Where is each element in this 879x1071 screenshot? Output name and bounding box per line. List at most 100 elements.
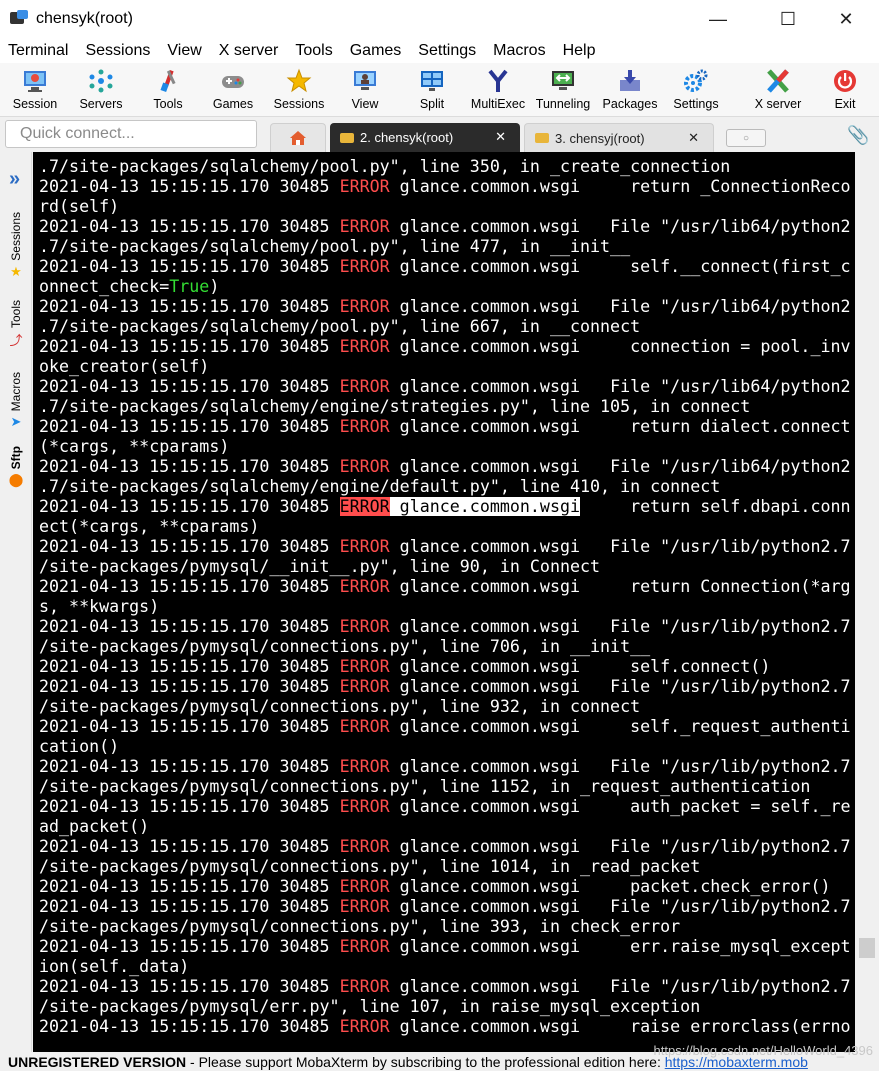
gamepad-icon [219, 66, 247, 96]
log-prefix: 2021-04-13 15:15:15.170 30485 [39, 897, 340, 916]
unregistered-label: UNREGISTERED VERSION [8, 1054, 187, 1070]
terminal-scrollbar[interactable] [855, 152, 879, 1052]
terminal-line: .7/site-packages/sqlalchemy/pool.py", li… [39, 317, 851, 337]
menu-bar: Terminal Sessions View X server Tools Ga… [0, 38, 879, 63]
log-message: return dialect.connect [580, 417, 851, 436]
terminal-output[interactable]: .7/site-packages/sqlalchemy/pool.py", li… [33, 152, 855, 1052]
x-server-icon [764, 66, 792, 96]
servers-icon [87, 66, 115, 96]
key-icon [340, 132, 354, 143]
menu-sessions[interactable]: Sessions [85, 42, 150, 60]
new-tab-button[interactable]: ○ [726, 129, 766, 147]
packages-button[interactable]: Packages [600, 63, 660, 117]
power-icon [831, 66, 859, 96]
split-icon [418, 66, 446, 96]
terminal-line: 2021-04-13 15:15:15.170 30485 ERROR glan… [39, 657, 851, 677]
main-toolbar: Session Servers Tools Games Sessions Vie… [0, 63, 879, 117]
menu-settings[interactable]: Settings [418, 42, 476, 60]
log-module: glance.common.wsgi [389, 937, 581, 956]
side-tab-sftp[interactable]: Sftp ⬤ [3, 446, 29, 487]
log-module: glance.common.wsgi [389, 617, 581, 636]
view-icon [351, 66, 379, 96]
log-level: ERROR [339, 297, 390, 316]
log-level: ERROR [339, 617, 390, 636]
log-module: glance.common.wsgi [389, 257, 581, 276]
log-continuation: /site-packages/pymysql/connections.py", … [39, 697, 641, 716]
log-message: File "/usr/lib/python2.7 [580, 537, 851, 556]
log-module: glance.common.wsgi [389, 1017, 581, 1036]
side-tab-sessions[interactable]: Sessions ★ [3, 212, 29, 279]
multiexec-button[interactable]: MultiExec [468, 63, 528, 117]
log-prefix: 2021-04-13 15:15:15.170 30485 [39, 977, 340, 996]
tab-chensyk-root[interactable]: 2. chensyk(root) ✕ [330, 123, 520, 152]
menu-tools[interactable]: Tools [295, 42, 332, 60]
menu-terminal[interactable]: Terminal [8, 42, 68, 60]
log-continuation: ad_packet() [39, 817, 150, 836]
home-tab[interactable] [270, 123, 326, 152]
terminal-line: 2021-04-13 15:15:15.170 30485 ERROR glan… [39, 577, 851, 597]
quick-connect-input[interactable]: Quick connect... [5, 120, 257, 148]
log-message: auth_packet = self._re [580, 797, 851, 816]
tools-button[interactable]: Tools [143, 63, 193, 117]
title-bar: chensyk(root) — ☐ ✕ [0, 0, 879, 38]
terminal-line: ion(self._data) [39, 957, 851, 977]
menu-view[interactable]: View [167, 42, 201, 60]
tunneling-button[interactable]: Tunneling [532, 63, 594, 117]
log-level: ERROR [339, 417, 390, 436]
close-tab-icon[interactable]: ✕ [495, 129, 506, 145]
terminal-line: s, **kwargs) [39, 597, 851, 617]
log-level: ERROR [339, 577, 390, 596]
side-panel: » Sessions ★ Tools ⤴ Macros ➤ Sftp ⬤ [0, 152, 32, 1052]
log-module: glance.common.wsgi [389, 797, 581, 816]
tab-label: 3. chensyj(root) [555, 130, 645, 146]
side-tab-tools[interactable]: Tools ⤴ [3, 300, 29, 348]
log-message: File "/usr/lib64/python2 [580, 297, 851, 316]
log-prefix: 2021-04-13 15:15:15.170 30485 [39, 757, 340, 776]
log-prefix: 2021-04-13 15:15:15.170 30485 [39, 417, 340, 436]
log-level: ERROR [339, 977, 390, 996]
log-module: glance.common.wsgi [389, 297, 581, 316]
exit-button[interactable]: Exit [822, 63, 868, 117]
expand-sidebar-icon[interactable]: » [9, 168, 20, 191]
settings-button[interactable]: Settings [668, 63, 724, 117]
view-button[interactable]: View [340, 63, 390, 117]
log-module: glance.common.wsgi [389, 717, 581, 736]
close-tab-icon[interactable]: ✕ [688, 130, 699, 146]
session-button[interactable]: Session [10, 63, 60, 117]
log-level: ERROR [339, 757, 390, 776]
menu-x-server[interactable]: X server [219, 42, 279, 60]
terminal-line: /site-packages/pymysql/__init__.py", lin… [39, 557, 851, 577]
x-server-button[interactable]: X server [750, 63, 806, 117]
menu-games[interactable]: Games [350, 42, 402, 60]
side-tab-macros[interactable]: Macros ➤ [3, 372, 29, 429]
split-button[interactable]: Split [407, 63, 457, 117]
terminal-line: cation() [39, 737, 851, 757]
log-continuation: .7/site-packages/sqlalchemy/engine/strat… [39, 397, 751, 416]
log-message: File "/usr/lib/python2.7 [580, 897, 851, 916]
sessions-button[interactable]: Sessions [271, 63, 327, 117]
tab-chensyj-root[interactable]: 3. chensyj(root) ✕ [524, 123, 714, 152]
log-continuation: /site-packages/pymysql/connections.py", … [39, 777, 811, 796]
games-button[interactable]: Games [208, 63, 258, 117]
close-window-button[interactable]: ✕ [823, 0, 869, 38]
terminal-line: ad_packet() [39, 817, 851, 837]
terminal-line: (*cargs, **cparams) [39, 437, 851, 457]
log-prefix: 2021-04-13 15:15:15.170 30485 [39, 617, 340, 636]
tools-icon: ⤴ [9, 332, 23, 348]
menu-help[interactable]: Help [563, 42, 596, 60]
log-prefix: 2021-04-13 15:15:15.170 30485 [39, 377, 340, 396]
maximize-button[interactable]: ☐ [765, 0, 811, 38]
attach-icon[interactable]: 📎 [847, 125, 869, 146]
log-prefix: 2021-04-13 15:15:15.170 30485 [39, 537, 340, 556]
terminal-line: 2021-04-13 15:15:15.170 30485 ERROR glan… [39, 537, 851, 557]
terminal-line: ect(*cargs, **cparams) [39, 517, 851, 537]
log-message: File "/usr/lib/python2.7 [580, 617, 851, 636]
terminal-line: 2021-04-13 15:15:15.170 30485 ERROR glan… [39, 177, 851, 197]
minimize-button[interactable]: — [695, 0, 741, 38]
servers-button[interactable]: Servers [76, 63, 126, 117]
tab-label: 2. chensyk(root) [360, 130, 454, 145]
menu-macros[interactable]: Macros [493, 42, 545, 60]
log-prefix: 2021-04-13 15:15:15.170 30485 [39, 497, 340, 516]
log-module: glance.common.wsgi [389, 497, 581, 516]
scrollbar-thumb[interactable] [859, 938, 875, 958]
